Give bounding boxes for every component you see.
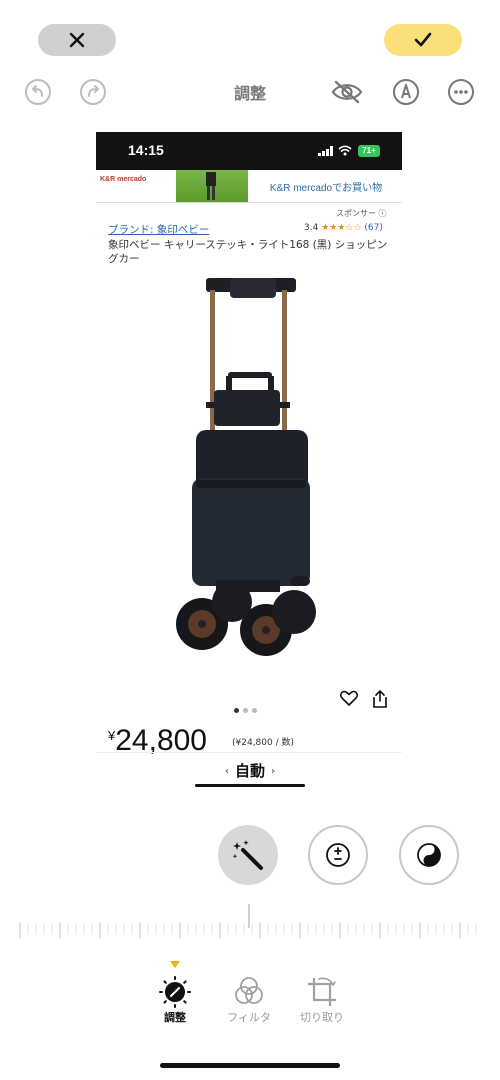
price-unit: (¥24,800 / 数): [232, 738, 294, 748]
close-icon: [69, 32, 85, 48]
adjust-mode-text: 自動: [234, 762, 265, 780]
adjustment-slider[interactable]: [18, 920, 482, 940]
undo-icon[interactable]: [23, 77, 53, 107]
product-rating[interactable]: 3.4 ★★★☆☆ (67): [304, 223, 383, 233]
chevron-left-icon: ‹: [224, 766, 229, 777]
exposure-button[interactable]: [308, 825, 368, 885]
carousel-dots[interactable]: [234, 698, 261, 717]
yin-yang-icon: [417, 843, 441, 867]
filter-circles-icon: [235, 977, 263, 1004]
rating-count: (67): [364, 223, 383, 233]
battery-indicator: 71+: [358, 145, 380, 157]
markup-pen-icon[interactable]: [391, 77, 421, 107]
sponsor-label: スポンサー ⓘ: [336, 209, 387, 218]
brand-link[interactable]: ブランド: 象印ベビー: [108, 222, 209, 237]
heart-icon[interactable]: [340, 690, 358, 706]
cancel-button[interactable]: [38, 24, 116, 56]
tab-crop[interactable]: 切り取り: [290, 975, 354, 1025]
active-tab-indicator: [170, 961, 180, 968]
more-options-icon[interactable]: [446, 77, 476, 107]
status-time: 14:15: [128, 142, 164, 158]
product-image: [176, 278, 316, 656]
redo-icon[interactable]: [78, 77, 108, 107]
banner-logo: K&R mercado: [100, 176, 147, 183]
chevron-right-icon: ›: [271, 766, 276, 777]
ad-banner[interactable]: K&R mercado K&R mercadoでお買い物: [96, 170, 402, 203]
tab-adjust[interactable]: 調整: [143, 975, 207, 1025]
banner-text: K&R mercadoでお買い物: [269, 183, 383, 194]
carousel-dot[interactable]: [234, 708, 239, 713]
product-title: 象印ベビー キャリーステッキ・ライト168 (黒) ショッピングカー: [108, 239, 388, 265]
mode-underline: [195, 784, 305, 787]
tab-label: フィルタ: [227, 1011, 271, 1024]
crop-rotate-icon: [308, 977, 336, 1006]
tab-filter[interactable]: フィルタ: [217, 975, 281, 1025]
price-currency: ¥: [108, 728, 116, 743]
wifi-icon: [338, 145, 352, 156]
tab-label: 調整: [164, 1011, 186, 1024]
page-title: 調整: [233, 84, 266, 103]
rating-stars: ★★★☆☆: [321, 223, 362, 233]
photo-preview[interactable]: 14:15 71+ K&R mercado K&R mercadoでお買い物 ス…: [96, 132, 402, 792]
rating-value: 3.4: [304, 223, 319, 233]
carousel-dot[interactable]: [252, 708, 257, 713]
carousel-dot[interactable]: [243, 708, 248, 713]
auto-enhance-button[interactable]: [218, 825, 278, 885]
adjust-dial-icon: [159, 976, 191, 1008]
tab-label: 切り取り: [300, 1011, 344, 1024]
magic-wand-icon: [232, 840, 263, 870]
adjust-mode-label[interactable]: ‹ 自動 ›: [200, 760, 300, 781]
home-indicator: [160, 1063, 340, 1068]
checkmark-icon: [414, 32, 432, 47]
signal-icon: [318, 146, 333, 156]
brilliance-button[interactable]: [399, 825, 459, 885]
divider: [96, 752, 402, 753]
done-button[interactable]: [384, 24, 462, 56]
phone-status-bar: 14:15 71+: [96, 132, 402, 170]
exposure-icon: [326, 843, 350, 867]
hide-eye-icon[interactable]: [330, 77, 364, 107]
banner-photo: [176, 170, 248, 202]
share-icon[interactable]: [372, 690, 388, 708]
